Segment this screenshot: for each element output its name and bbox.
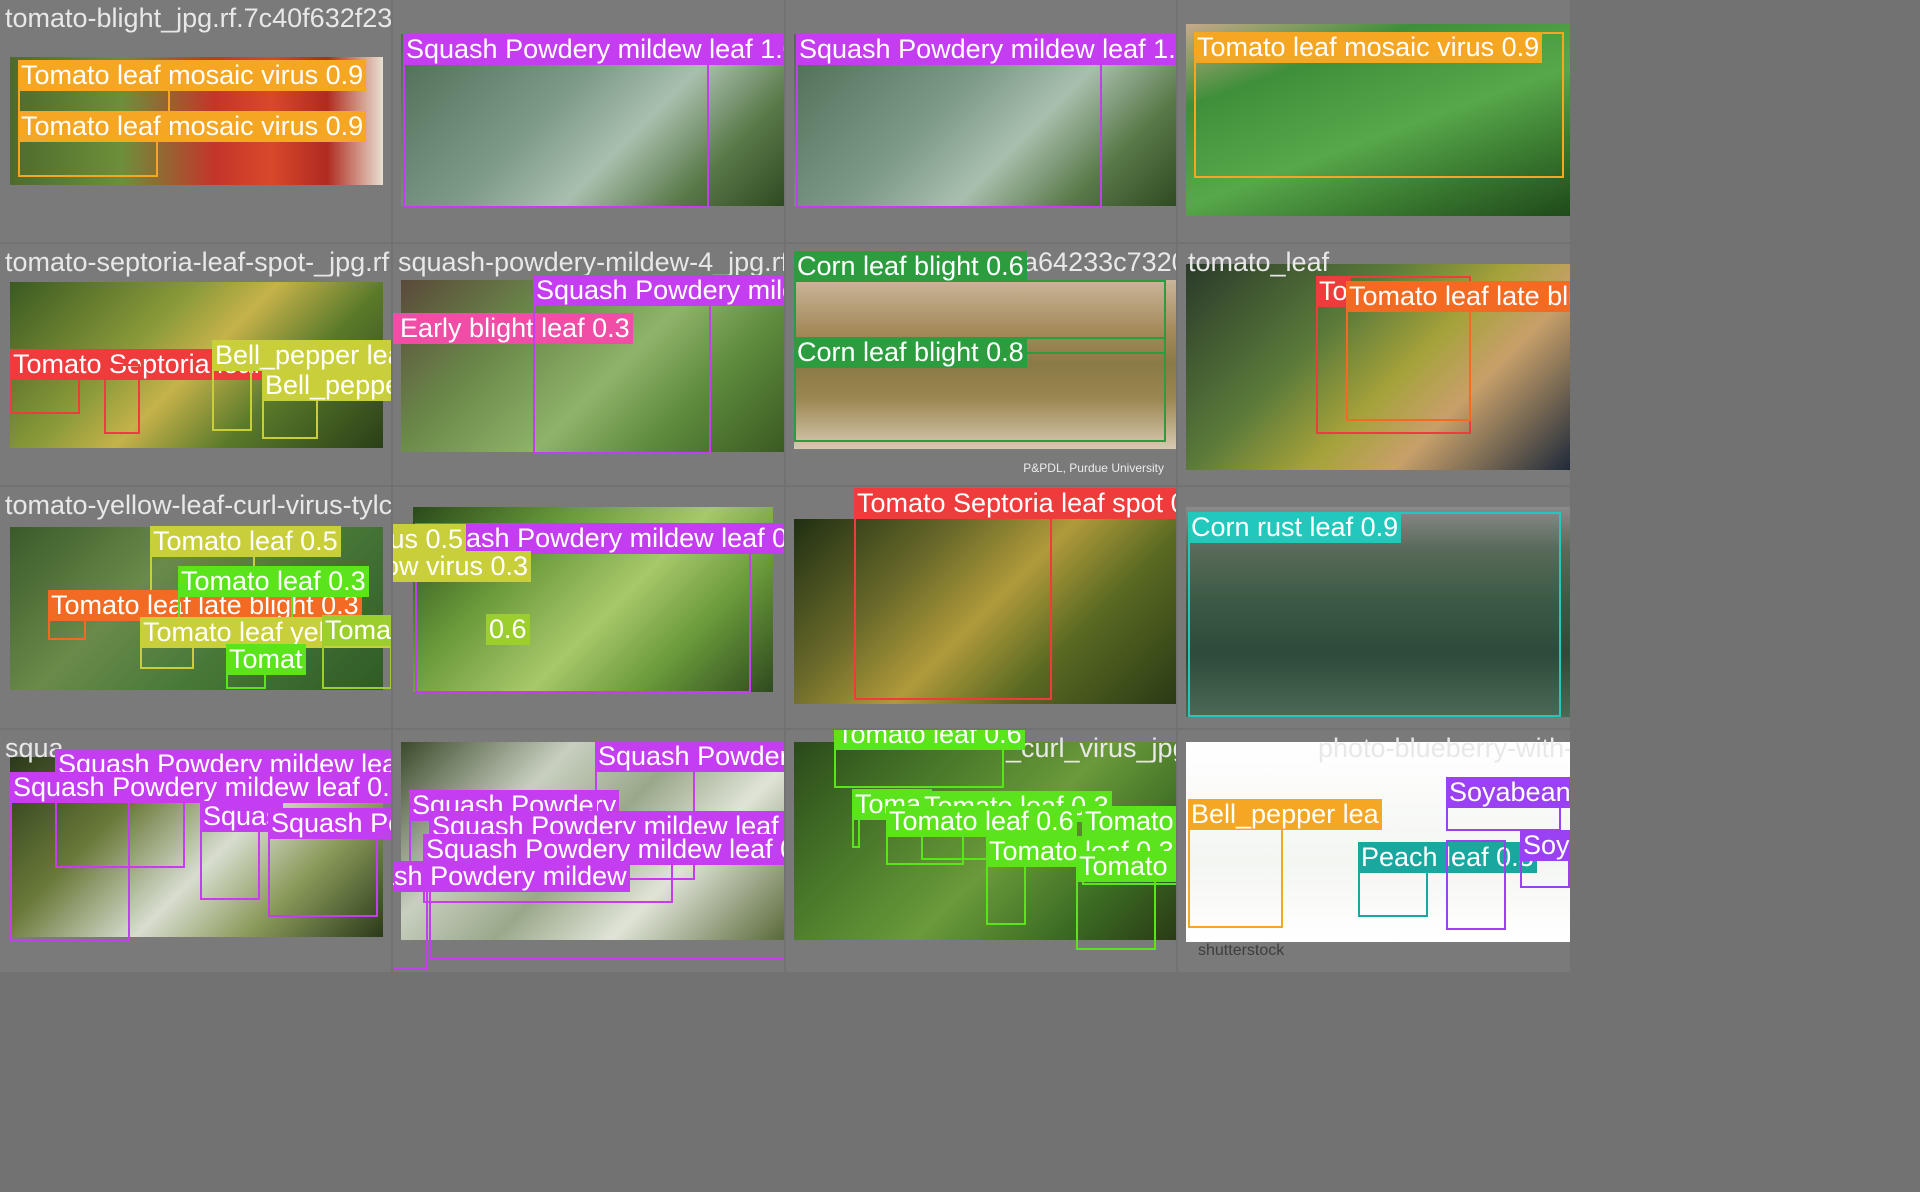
detection-box: Tomato leaf mosaic virus 0.9 — [18, 111, 367, 177]
detection-label: Soya — [1520, 830, 1570, 861]
detection-label: Tomato leaf mosaic virus 0.9 — [18, 111, 367, 142]
detection-label: ow virus 0.3 — [393, 551, 532, 582]
result-tile: Tomato Septoria leaf spot 0.8 — [786, 487, 1176, 728]
detection-box: Tomato leaf 0.6 — [834, 730, 1025, 788]
detection-label: Corn rust leaf 0.9 — [1188, 512, 1402, 543]
detection-box: Tomato Septoria leaf spot 0.9 — [10, 349, 368, 414]
detection-box: Corn leaf blight 0.8 — [794, 337, 1166, 442]
detection-label: Squash Powdery mildew — [393, 861, 630, 892]
detection-box: Tomato leaf mosaic virus 0.9 — [18, 60, 367, 116]
detection-box: Peach leaf 0.3 — [1358, 842, 1537, 917]
detection-label: Corn leaf blight 0.6 — [794, 251, 1027, 282]
detection-box: Tomato leaf 0.6 — [886, 806, 1077, 865]
tile-filename: tomato-yellow-leaf-curl-virus-tylcv_ — [5, 490, 391, 520]
detection-label: Tomato leaf 0.5 — [150, 526, 341, 557]
detection-label: Tomato leaf 0.3 — [178, 566, 369, 597]
result-tile: P&PDL, Purdue University 2a64233c7320 Corn… — [786, 244, 1176, 485]
detection-box: Bell_pepper leaf 0.4 — [212, 340, 391, 431]
detection-result-grid: tomato-blight_jpg.rf.7c40f632f2378 Tomato… — [0, 0, 1920, 1192]
detection-box: Bell_pepper leaf 0.8 — [262, 370, 391, 439]
detection-label: Tomato Septoria leaf spot 0.8 — [854, 488, 1176, 519]
detection-label: Squash Powdery mildew leaf 0.9 — [10, 772, 391, 803]
result-tile: Squash Powdery mildew leaf 1.0 — [786, 0, 1176, 242]
detection-label: Bell_pepper leaf 0.4 — [212, 340, 391, 371]
detection-label: Soyabean — [1446, 777, 1570, 808]
result-tile: Squash Powdery mildew leaf 0.9w virus 0.… — [393, 487, 784, 728]
detection-box: Tomat — [852, 789, 932, 848]
result-tile: Tomato leaf mosaic virus 0.9 — [1178, 0, 1570, 242]
detection-label: Corn leaf blight 0.8 — [794, 337, 1027, 368]
detection-box: Tomato leaf 0.3 — [986, 836, 1176, 925]
detection-box — [104, 364, 140, 434]
detection-box — [1446, 840, 1506, 930]
detection-box: Tomato leaf yellow virus 0.3 — [140, 617, 391, 669]
result-tile: tomato-septoria-leaf-spot-_jpg.rf.ffe Tom… — [0, 244, 391, 485]
detection-label: Tomato mold leaf 0.3 — [322, 615, 391, 646]
detection-box: Squash Powdery mildew — [393, 861, 630, 970]
detection-box: Tomat — [226, 644, 306, 689]
detection-box: Squash Powd — [268, 808, 391, 917]
result-tile: tomato_leaf To Tomato leaf late blig — [1178, 244, 1570, 485]
detection-box: Squas — [200, 801, 283, 900]
detection-label: 0.6 — [486, 614, 530, 645]
detection-label: Tomato leaf 0.6 — [834, 730, 1025, 750]
detection-box: Tomato leaf late blig — [1346, 281, 1570, 421]
result-tile: _curl_virus_jpg Tomato leaf 0.6 Tomat Tomat… — [786, 730, 1176, 972]
detection-label: Tomato leaf mosaic virus 0.9 — [18, 60, 367, 91]
detection-label: Squash Powdery mildew leaf 1.0 — [796, 34, 1176, 65]
photo-watermark: P&PDL, Purdue University — [1023, 461, 1164, 475]
detection-label: Bell_pepper leaf 0.8 — [262, 370, 391, 401]
detection-box: Tomato leaf mosaic virus 0.9 — [1194, 32, 1564, 178]
result-tile: squa Squash Powdery mildew leaf 0 Squash P… — [0, 730, 391, 972]
detection-box: Soyabean — [1446, 777, 1570, 831]
detection-label: Squash Powdery mildew leaf 1.0 — [403, 34, 784, 65]
detection-label: Squash Powdery mildew leaf 0.9 — [533, 275, 784, 306]
detection-label: Tomato leaf late blig — [1346, 281, 1570, 312]
result-tile: Squash Powdery Squash Powdery Squash Powde… — [393, 730, 784, 972]
detection-box: Squash Powdery mildew leaf 1.0 — [796, 34, 1176, 208]
tile-filename: _curl_virus_jpg — [1006, 733, 1176, 763]
tile-filename: squash-powdery-mildew-4_jpg.rf.a — [398, 247, 784, 277]
result-tile: Corn rust leaf 0.9 — [1178, 487, 1570, 728]
detection-box: Soya — [1520, 830, 1570, 888]
photo-watermark: shutterstock — [1198, 942, 1285, 959]
detection-box: Squash Powdery mildew leaf 0.9 — [10, 772, 391, 942]
result-tile: tomato-blight_jpg.rf.7c40f632f2378 Tomato… — [0, 0, 391, 242]
detection-box: Tomato leaf 0.3 — [1076, 851, 1176, 950]
detection-label: Tomato leaf 0.6 — [886, 806, 1077, 837]
result-tile: Squash Powdery mildew leaf 1.0 — [393, 0, 784, 242]
tile-filename: photo-blueberry-with-leaves- — [1318, 733, 1570, 763]
tile-filename: tomato-blight_jpg.rf.7c40f632f2378 — [5, 3, 391, 33]
detection-box: Tomato Septoria leaf spot 0.8 — [854, 488, 1176, 700]
detection-label: Squash Powdery mildew leaf 0.9 — [415, 523, 784, 554]
detection-label: Tomato leaf mosaic virus 0.9 — [1194, 32, 1543, 63]
detection-label: Bell_pepper lea — [1188, 799, 1382, 830]
detection-box: Squash Powdery mildew leaf 1.0 — [403, 34, 784, 208]
detection-label: Tomat — [226, 644, 306, 675]
detection-box: Tomato mold leaf 0.3 — [322, 615, 391, 689]
detection-box: Corn rust leaf 0.9 — [1188, 512, 1561, 717]
detection-label: Squash Powd — [268, 808, 391, 839]
tile-filename: tomato_leaf — [1188, 247, 1330, 277]
tile-filename: tomato-septoria-leaf-spot-_jpg.rf.ffe — [5, 247, 391, 277]
detection-box: Squash Powdery mildew leaf 0.9 — [533, 275, 784, 454]
detection-label: Tomato leaf 0.3 — [1076, 851, 1176, 882]
detection-box: Tomato leaf late blight 0.3 — [48, 590, 362, 640]
tile-filename: 2a64233c7320 — [1008, 247, 1176, 277]
detection-box: Bell_pepper lea — [1188, 799, 1382, 928]
detection-label: Squash Powdery — [595, 741, 784, 772]
detection-label: Tomato le — [1082, 806, 1176, 837]
result-tile: tomato-yellow-leaf-curl-virus-tylcv_ Toma… — [0, 487, 391, 728]
result-tile: shutterstock photo-blueberry-with-leaves-… — [1178, 730, 1570, 972]
result-tile: squash-powdery-mildew-4_jpg.rf.aTomato E… — [393, 244, 784, 485]
